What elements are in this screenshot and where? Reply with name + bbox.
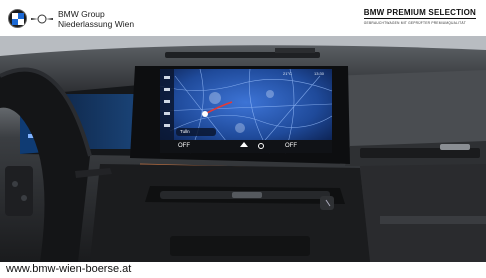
premium-selection-badge: BMW PREMIUM SELECTION GEBRAUCHTWAGEN MIT… [363,8,476,25]
mini-logo-icon [31,14,53,24]
dealer-line-1: BMW Group [58,9,105,19]
premium-subtitle: GEBRAUCHTWAGEN MIT GEPRÜFTER PREMIUMQUAL… [363,21,467,25]
dealer-line-2: Niederlassung Wien [58,19,135,29]
dealer-name: BMW Group Niederlassung Wien [58,9,134,29]
dealer-website-link[interactable]: www.bmw-wien-boerse.at [6,263,131,275]
interior-photo: 21°C 13:30 Tulln OFF OFF [0,36,486,262]
interior-foreground [0,67,486,262]
bmw-logo-icon [8,9,27,28]
logo-quadrant [18,19,24,25]
header-bar: BMW Group Niederlassung Wien BMW PREMIUM… [0,0,486,36]
footer-bar: www.bmw-wien-boerse.at [0,262,486,278]
premium-title: BMW PREMIUM SELECTION [363,8,476,19]
